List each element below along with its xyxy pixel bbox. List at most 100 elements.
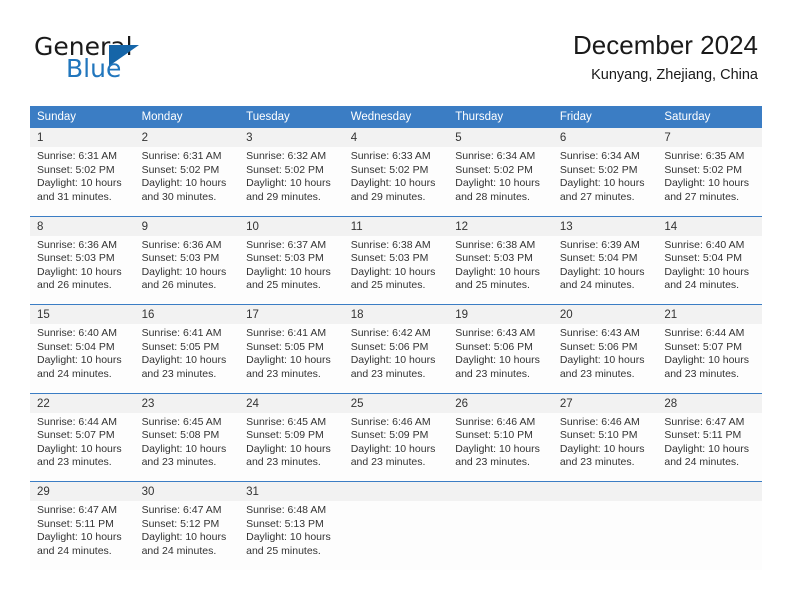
day-cell[interactable]: Sunrise: 6:41 AM Sunset: 5:05 PM Dayligh… xyxy=(239,324,344,393)
day-number: 29 xyxy=(30,481,135,501)
sunset-text: Sunset: 5:03 PM xyxy=(350,252,429,264)
sunrise-text: Sunrise: 6:38 AM xyxy=(455,238,536,251)
day-cell[interactable]: Sunrise: 6:47 AM Sunset: 5:12 PM Dayligh… xyxy=(134,501,240,570)
day-number-empty xyxy=(448,481,553,501)
day-cell[interactable]: Sunrise: 6:35 AM Sunset: 5:02 PM Dayligh… xyxy=(657,147,762,216)
day-cell[interactable]: Sunrise: 6:47 AM Sunset: 5:11 PM Dayligh… xyxy=(657,412,762,482)
sunrise-text: Sunrise: 6:40 AM xyxy=(664,238,745,251)
sunrise-text: Sunrise: 6:38 AM xyxy=(350,238,431,251)
day-number: 13 xyxy=(552,215,658,236)
sunset-text: Sunset: 5:07 PM xyxy=(664,340,743,353)
day-cell[interactable]: Sunrise: 6:36 AM Sunset: 5:03 PM Dayligh… xyxy=(134,235,240,305)
sunrise-text: Sunrise: 6:45 AM xyxy=(141,415,222,428)
day-cell[interactable]: Sunrise: 6:38 AM Sunset: 5:03 PM Dayligh… xyxy=(343,235,449,305)
sunrise-sunset-calendar-table: Sunday Monday Tuesday Wednesday Thursday… xyxy=(30,106,762,570)
sunrise-text: Sunrise: 6:47 AM xyxy=(664,415,745,428)
sunset-text: Sunset: 5:10 PM xyxy=(455,429,533,441)
daylight-text-line1: Daylight: 10 hours xyxy=(350,442,436,455)
day-cell[interactable]: Sunrise: 6:48 AM Sunset: 5:13 PM Dayligh… xyxy=(239,501,344,570)
daylight-text-line1: Daylight: 10 hours xyxy=(559,177,645,189)
daylight-text-line2: and 23 minutes. xyxy=(350,367,426,380)
sunset-text: Sunset: 5:07 PM xyxy=(37,429,115,441)
day-cell[interactable]: Sunrise: 6:34 AM Sunset: 5:02 PM Dayligh… xyxy=(552,147,658,216)
day-cell[interactable]: Sunrise: 6:36 AM Sunset: 5:03 PM Dayligh… xyxy=(30,235,135,305)
day-cell[interactable]: Sunrise: 6:44 AM Sunset: 5:07 PM Dayligh… xyxy=(657,324,762,393)
sunrise-text: Sunrise: 6:36 AM xyxy=(141,238,222,251)
day-number: 1 xyxy=(30,128,135,147)
weekday-header-row: Sunday Monday Tuesday Wednesday Thursday… xyxy=(30,106,762,128)
sunset-text: Sunset: 5:13 PM xyxy=(246,517,324,530)
day-number: 11 xyxy=(343,215,449,236)
daylight-text-line2: and 23 minutes. xyxy=(246,367,321,380)
week-1-detail-row: Sunrise: 6:31 AM Sunset: 5:02 PM Dayligh… xyxy=(30,147,762,216)
daylight-text-line2: and 23 minutes. xyxy=(559,367,635,380)
sunrise-text: Sunrise: 6:37 AM xyxy=(246,238,327,251)
day-number: 18 xyxy=(343,304,449,324)
daylight-text-line2: and 24 minutes. xyxy=(37,367,112,380)
day-cell[interactable]: Sunrise: 6:39 AM Sunset: 5:04 PM Dayligh… xyxy=(552,235,658,305)
day-cell[interactable]: Sunrise: 6:46 AM Sunset: 5:10 PM Dayligh… xyxy=(448,412,553,482)
day-cell[interactable]: Sunrise: 6:46 AM Sunset: 5:09 PM Dayligh… xyxy=(343,412,449,482)
week-2-daynum-row: 8 9 10 11 12 13 14 xyxy=(30,215,762,236)
weekday-header-saturday: Saturday xyxy=(657,106,762,128)
calendar-page: General Blue December 2024 Kunyang, Zhej… xyxy=(0,0,792,612)
daylight-text-line1: Daylight: 10 hours xyxy=(455,354,540,366)
daylight-text-line2: and 26 minutes. xyxy=(37,279,112,291)
day-cell[interactable]: Sunrise: 6:37 AM Sunset: 5:03 PM Dayligh… xyxy=(239,235,344,305)
sunset-text: Sunset: 5:06 PM xyxy=(350,340,429,353)
daylight-text-line1: Daylight: 10 hours xyxy=(350,177,436,189)
sunset-text: Sunset: 5:03 PM xyxy=(37,252,115,264)
sunset-text: Sunset: 5:06 PM xyxy=(559,340,638,353)
week-5-detail-row: Sunrise: 6:47 AM Sunset: 5:11 PM Dayligh… xyxy=(30,501,762,570)
daylight-text-line1: Daylight: 10 hours xyxy=(246,265,331,278)
week-1-daynum-row: 1 2 3 4 5 6 7 xyxy=(30,128,762,147)
day-number: 19 xyxy=(448,304,553,324)
day-cell[interactable]: Sunrise: 6:33 AM Sunset: 5:02 PM Dayligh… xyxy=(343,147,449,216)
daylight-text-line1: Daylight: 10 hours xyxy=(664,177,750,189)
weekday-header-wednesday: Wednesday xyxy=(343,106,449,128)
day-number: 7 xyxy=(657,128,762,147)
day-cell[interactable]: Sunrise: 6:32 AM Sunset: 5:02 PM Dayligh… xyxy=(239,147,344,216)
day-cell[interactable]: Sunrise: 6:44 AM Sunset: 5:07 PM Dayligh… xyxy=(30,412,135,482)
sunrise-text: Sunrise: 6:47 AM xyxy=(141,504,222,516)
sunrise-text: Sunrise: 6:35 AM xyxy=(664,150,745,162)
week-3-daynum-row: 15 16 17 18 19 20 21 xyxy=(30,304,762,324)
day-cell[interactable]: Sunrise: 6:40 AM Sunset: 5:04 PM Dayligh… xyxy=(657,235,762,305)
day-cell[interactable]: Sunrise: 6:43 AM Sunset: 5:06 PM Dayligh… xyxy=(552,324,658,393)
sunrise-text: Sunrise: 6:43 AM xyxy=(455,327,536,339)
day-number: 28 xyxy=(657,392,762,413)
daylight-text-line2: and 30 minutes. xyxy=(141,190,217,203)
day-cell[interactable]: Sunrise: 6:38 AM Sunset: 5:03 PM Dayligh… xyxy=(448,235,553,305)
general-blue-logo[interactable]: General Blue xyxy=(34,32,254,90)
day-cell[interactable]: Sunrise: 6:41 AM Sunset: 5:05 PM Dayligh… xyxy=(134,324,240,393)
day-cell[interactable]: Sunrise: 6:43 AM Sunset: 5:06 PM Dayligh… xyxy=(448,324,553,393)
sunset-text: Sunset: 5:09 PM xyxy=(246,429,324,441)
day-number: 27 xyxy=(552,392,658,413)
sunrise-text: Sunrise: 6:34 AM xyxy=(455,150,536,162)
day-cell[interactable]: Sunrise: 6:42 AM Sunset: 5:06 PM Dayligh… xyxy=(343,324,449,393)
day-cell[interactable]: Sunrise: 6:46 AM Sunset: 5:10 PM Dayligh… xyxy=(552,412,658,482)
sunrise-text: Sunrise: 6:44 AM xyxy=(37,415,117,428)
day-cell[interactable]: Sunrise: 6:40 AM Sunset: 5:04 PM Dayligh… xyxy=(30,324,135,393)
day-number: 10 xyxy=(239,215,344,236)
day-cell[interactable]: Sunrise: 6:45 AM Sunset: 5:08 PM Dayligh… xyxy=(134,412,240,482)
day-cell[interactable]: Sunrise: 6:45 AM Sunset: 5:09 PM Dayligh… xyxy=(239,412,344,482)
day-cell[interactable]: Sunrise: 6:47 AM Sunset: 5:11 PM Dayligh… xyxy=(30,501,135,570)
sunset-text: Sunset: 5:02 PM xyxy=(246,163,324,176)
daylight-text-line1: Daylight: 10 hours xyxy=(455,265,540,278)
daylight-text-line2: and 26 minutes. xyxy=(141,279,217,291)
daylight-text-line2: and 23 minutes. xyxy=(246,456,321,468)
daylight-text-line2: and 24 minutes. xyxy=(559,279,635,291)
day-cell[interactable]: Sunrise: 6:31 AM Sunset: 5:02 PM Dayligh… xyxy=(134,147,240,216)
day-cell[interactable]: Sunrise: 6:31 AM Sunset: 5:02 PM Dayligh… xyxy=(30,147,135,216)
daylight-text-line2: and 29 minutes. xyxy=(350,190,426,203)
daylight-text-line1: Daylight: 10 hours xyxy=(141,531,227,543)
daylight-text-line1: Daylight: 10 hours xyxy=(559,265,645,278)
daylight-text-line1: Daylight: 10 hours xyxy=(141,265,227,278)
sunset-text: Sunset: 5:08 PM xyxy=(141,429,220,441)
weekday-header-sunday: Sunday xyxy=(30,106,135,128)
logo-text-blue: Blue xyxy=(66,54,122,83)
day-cell[interactable]: Sunrise: 6:34 AM Sunset: 5:02 PM Dayligh… xyxy=(448,147,553,216)
sunset-text: Sunset: 5:03 PM xyxy=(455,252,533,264)
day-number: 21 xyxy=(657,304,762,324)
